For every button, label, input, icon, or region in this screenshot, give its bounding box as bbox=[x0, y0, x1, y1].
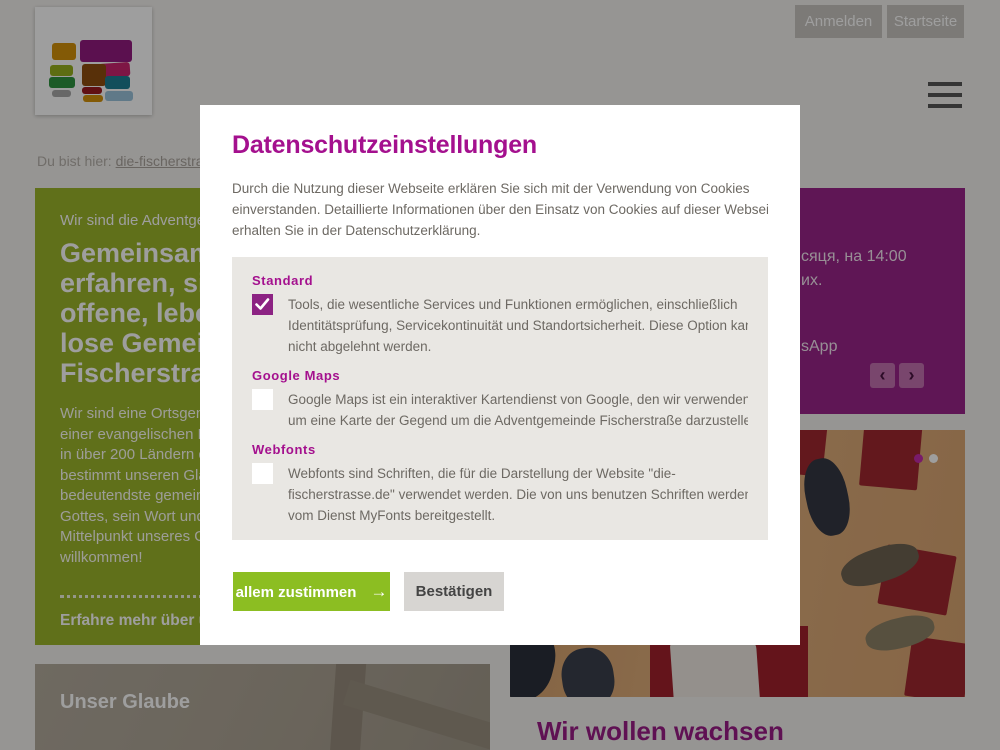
option-label-google-maps: Google Maps bbox=[252, 368, 748, 383]
option-row-webfonts: Webfonts sind Schriften, die für die Dar… bbox=[252, 463, 748, 526]
option-label-webfonts: Webfonts bbox=[252, 442, 748, 457]
option-row-standard: Tools, die wesentliche Services und Funk… bbox=[252, 294, 748, 357]
modal-intro-text: Durch die Nutzung dieser Webseite erklär… bbox=[232, 178, 768, 241]
modal-actions: allem zustimmen → Bestätigen bbox=[233, 572, 504, 611]
privacy-settings-modal: Datenschutzeinstellungen Durch die Nutzu… bbox=[200, 105, 800, 645]
accept-all-button[interactable]: allem zustimmen → bbox=[233, 572, 390, 611]
confirm-button[interactable]: Bestätigen bbox=[404, 572, 504, 611]
checkbox-google-maps[interactable] bbox=[252, 389, 273, 410]
accept-all-label: allem zustimmen bbox=[236, 584, 357, 601]
check-icon bbox=[255, 298, 270, 311]
option-description: Webfonts sind Schriften, die für die Dar… bbox=[288, 463, 748, 526]
checkbox-standard[interactable] bbox=[252, 294, 273, 315]
consent-options-box: Standard Tools, die wesentliche Services… bbox=[232, 257, 768, 540]
modal-title: Datenschutzeinstellungen bbox=[232, 131, 768, 160]
option-row-google-maps: Google Maps ist ein interaktiver Kartend… bbox=[252, 389, 748, 431]
checkbox-webfonts[interactable] bbox=[252, 463, 273, 484]
option-description: Tools, die wesentliche Services und Funk… bbox=[288, 294, 748, 357]
option-description: Google Maps ist ein interaktiver Kartend… bbox=[288, 389, 748, 431]
option-label-standard: Standard bbox=[252, 273, 748, 288]
arrow-right-icon: → bbox=[370, 582, 387, 601]
